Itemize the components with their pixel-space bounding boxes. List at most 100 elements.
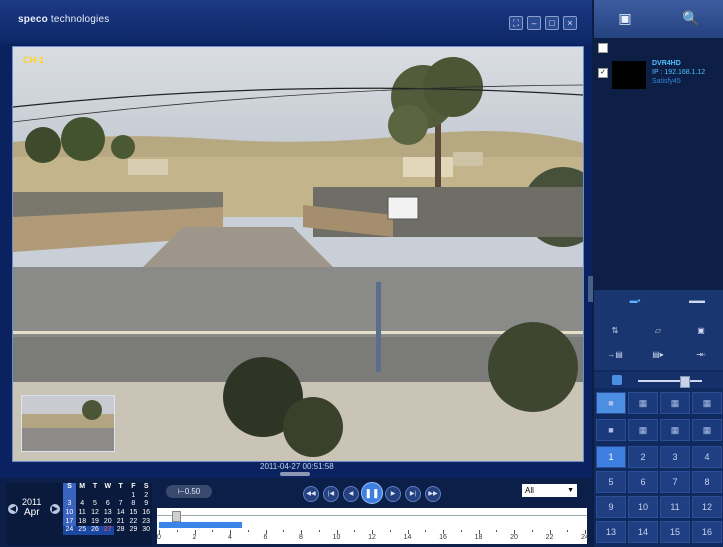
channel-button-6[interactable]: 6: [628, 471, 658, 493]
channel-button-3[interactable]: 3: [660, 446, 690, 468]
step-forward-button[interactable]: ▶|: [405, 486, 421, 502]
layout-quad-icon[interactable]: ▦: [628, 419, 658, 441]
channel-button-11[interactable]: 11: [660, 496, 690, 518]
channel-button-10[interactable]: 10: [628, 496, 658, 518]
volume-track[interactable]: [638, 380, 702, 382]
layout-9-icon[interactable]: ▦: [660, 392, 690, 414]
timeline-scrubber[interactable]: [171, 511, 181, 522]
calendar-day[interactable]: 8: [127, 500, 140, 509]
minimize-button[interactable]: –: [527, 16, 541, 30]
channel-button-14[interactable]: 14: [628, 521, 658, 543]
timeline-hour-label: 2: [192, 534, 197, 541]
right-toolbar: ▣ 🔍: [594, 0, 723, 38]
playback-timestamp: 2011-04-27 00:51:58: [260, 462, 334, 471]
calendar-day[interactable]: 19: [89, 518, 102, 527]
export-icon[interactable]: ▤▸: [637, 344, 679, 366]
calendar-day[interactable]: 29: [127, 526, 140, 535]
calendar-day[interactable]: 16: [140, 509, 153, 518]
calendar-day[interactable]: 13: [101, 509, 114, 518]
calendar-day[interactable]: 5: [89, 500, 102, 509]
disconnect-button[interactable]: ▬▬: [676, 290, 718, 312]
layout-16-icon[interactable]: ▦: [692, 392, 722, 414]
layout-single-icon[interactable]: ■: [596, 419, 626, 441]
pause-button[interactable]: ❚❚: [361, 482, 383, 504]
timeline[interactable]: 0 2 4 6 8 10 12 14 16 18 20 22 24: [157, 508, 589, 544]
calendar-day[interactable]: 3: [63, 500, 76, 510]
calendar-day[interactable]: 18: [76, 518, 89, 527]
timeline-hour-label: 6: [263, 534, 268, 541]
volume-slider[interactable]: [680, 376, 691, 388]
calendar-day[interactable]: 11: [76, 509, 89, 518]
timeline-minor-tick: [247, 530, 249, 532]
channel-select[interactable]: All ▼: [522, 484, 577, 497]
layout-multi-icon[interactable]: ▦: [692, 419, 722, 441]
select-all-checkbox[interactable]: [598, 43, 608, 53]
snapshot-icon[interactable]: ▱: [637, 320, 679, 342]
fast-forward-button[interactable]: ▶▶: [425, 486, 441, 502]
pip-preview[interactable]: [21, 395, 115, 452]
next-month-icon[interactable]: ▶: [50, 504, 60, 514]
sort-icon[interactable]: ⇅: [594, 320, 636, 342]
device-list: ✓ DVR4HD IP : 192.168.1.12 Satisfy45: [588, 38, 723, 302]
channel-button-15[interactable]: 15: [660, 521, 690, 543]
import-icon[interactable]: →▤: [594, 344, 636, 366]
calendar-day[interactable]: 7: [114, 500, 127, 509]
goto-time-button[interactable]: ⊢0.50: [166, 485, 212, 498]
layout-4-icon[interactable]: ▦: [628, 392, 658, 414]
calendar-day[interactable]: 10: [63, 509, 76, 518]
channel-button-4[interactable]: 4: [692, 446, 722, 468]
search-icon[interactable]: 🔍: [680, 8, 702, 28]
calendar-day[interactable]: 22: [127, 518, 140, 527]
channel-button-13[interactable]: 13: [596, 521, 626, 543]
calendar-day[interactable]: 9: [140, 500, 153, 509]
rewind-fast-button[interactable]: ◀◀: [303, 486, 319, 502]
device-icon[interactable]: ▣: [614, 8, 636, 28]
speaker-icon[interactable]: [612, 375, 622, 385]
timeline-minor-tick: [318, 530, 320, 532]
calendar-day[interactable]: 26: [88, 526, 102, 536]
calendar-day[interactable]: 15: [127, 509, 140, 518]
connect-button[interactable]: ▬▪: [614, 290, 656, 312]
device-thumbnail[interactable]: [612, 61, 646, 89]
channel-button-1[interactable]: 1: [596, 446, 626, 468]
calendar-day[interactable]: 27: [101, 526, 115, 536]
layout-1-icon[interactable]: ■: [596, 392, 626, 414]
calendar-day[interactable]: 23: [140, 518, 153, 527]
camera-view[interactable]: CH-1: [12, 46, 584, 462]
maximize-button[interactable]: □: [545, 16, 559, 30]
timeline-minor-tick: [460, 530, 462, 532]
channel-button-2[interactable]: 2: [628, 446, 658, 468]
step-back-button[interactable]: |◀: [323, 486, 339, 502]
calendar-day[interactable]: 21: [114, 518, 127, 527]
calendar-day[interactable]: 24: [63, 526, 76, 536]
calendar-day[interactable]: 25: [75, 526, 89, 536]
calendar-day[interactable]: 1: [127, 492, 140, 501]
settings-icon[interactable]: ⇥◦: [680, 344, 722, 366]
calendar-day[interactable]: 4: [76, 500, 89, 509]
channel-button-9[interactable]: 9: [596, 496, 626, 518]
calendar-day[interactable]: 28: [114, 526, 127, 535]
channel-button-5[interactable]: 5: [596, 471, 626, 493]
record-icon[interactable]: ▣: [680, 320, 722, 342]
view-handle[interactable]: [280, 472, 310, 476]
prev-month-icon[interactable]: ◀: [8, 504, 18, 514]
reverse-play-button[interactable]: ◀: [343, 486, 359, 502]
device-checkbox[interactable]: ✓: [598, 68, 608, 78]
play-button[interactable]: ▶: [385, 486, 401, 502]
calendar-day[interactable]: 12: [89, 509, 102, 518]
panel-collapse-handle[interactable]: [588, 276, 593, 302]
calendar-empty: [63, 491, 76, 501]
calendar-day[interactable]: 17: [63, 517, 76, 527]
channel-button-7[interactable]: 7: [660, 471, 690, 493]
calendar-day[interactable]: 2: [140, 492, 153, 501]
fullscreen-button[interactable]: ⛶: [509, 16, 523, 30]
layout-grid-icon[interactable]: ▦: [660, 419, 690, 441]
calendar-day[interactable]: 6: [101, 500, 114, 509]
calendar-month: Apr: [24, 507, 40, 518]
channel-button-16[interactable]: 16: [692, 521, 722, 543]
calendar-day[interactable]: 14: [114, 509, 127, 518]
close-button[interactable]: ×: [563, 16, 577, 30]
channel-button-8[interactable]: 8: [692, 471, 722, 493]
calendar-day[interactable]: 20: [101, 518, 114, 527]
channel-button-12[interactable]: 12: [692, 496, 722, 518]
